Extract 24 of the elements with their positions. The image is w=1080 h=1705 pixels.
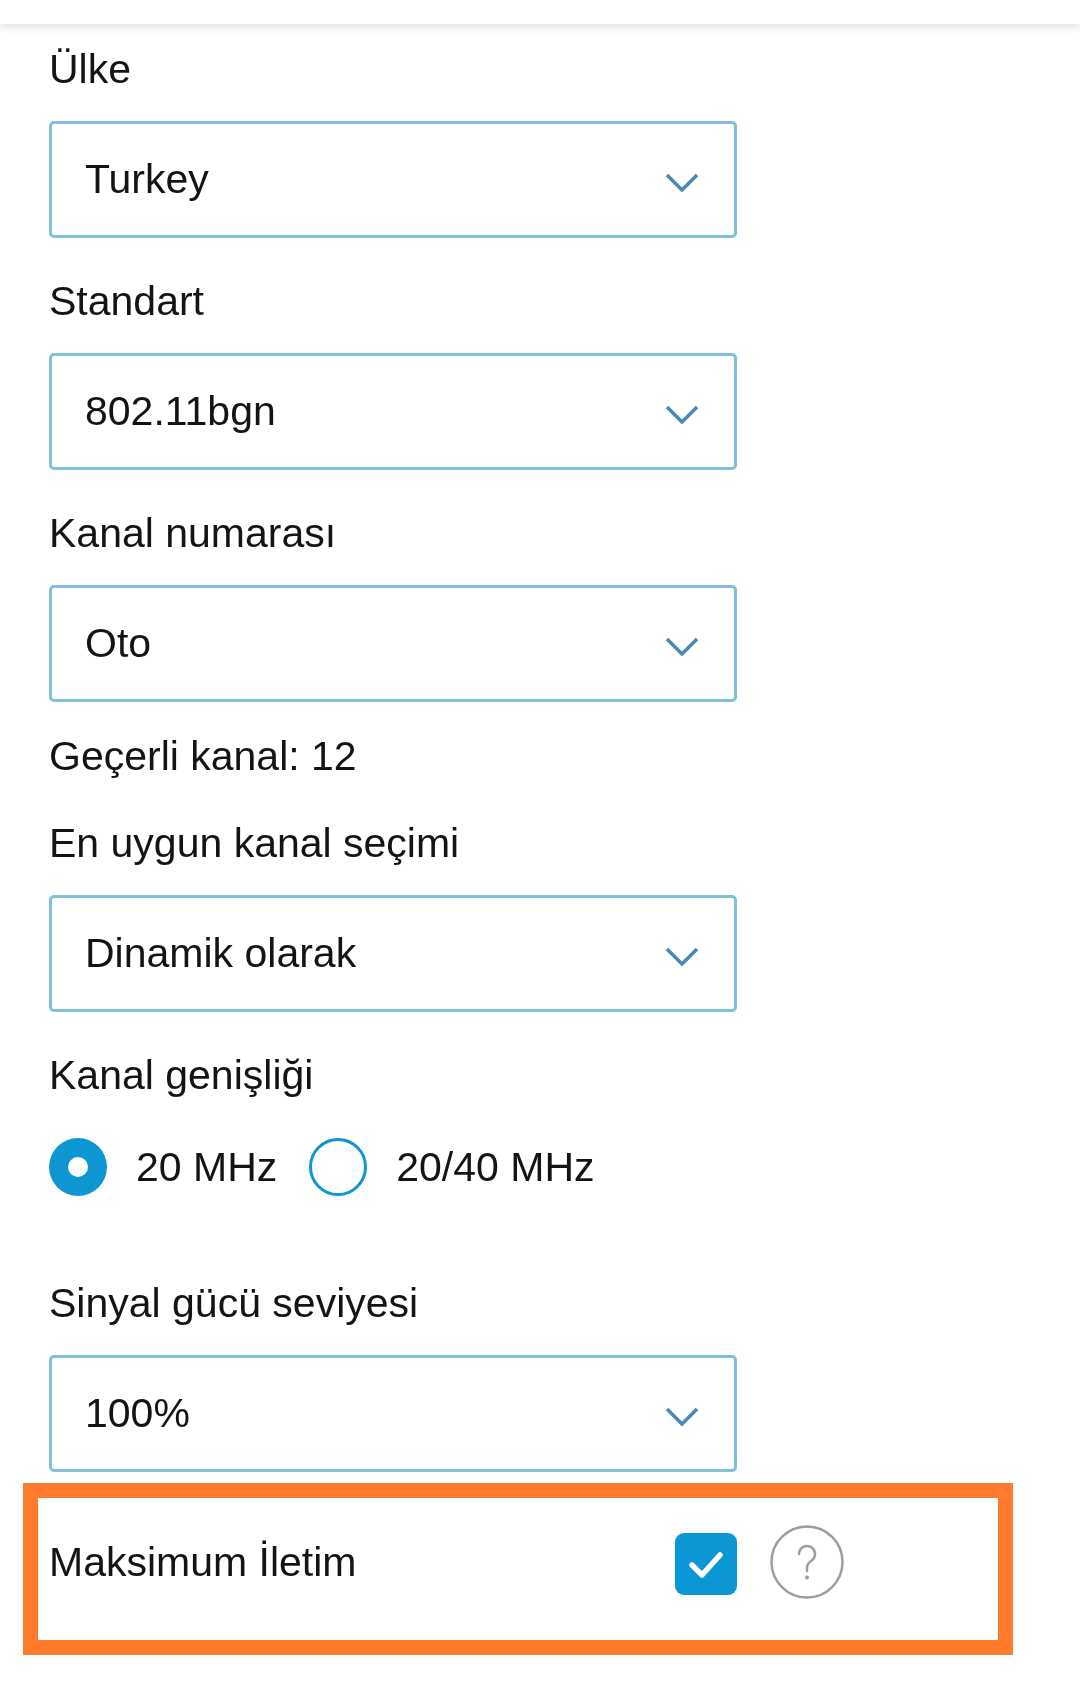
chevron-down-icon — [665, 636, 699, 657]
dropdown[interactable]: Oto — [49, 585, 737, 702]
dropdown[interactable]: 802.11bgn — [49, 353, 737, 470]
field-label: Kanal numarası — [49, 509, 337, 557]
field-label: Sinyal gücü seviyesi — [49, 1279, 419, 1327]
field-label: Kanal genişliği — [49, 1051, 314, 1099]
radio-button[interactable] — [49, 1138, 107, 1196]
field-label: Standart — [49, 277, 204, 325]
chevron-down-icon — [665, 404, 699, 425]
field-label: Maksimum İletim — [49, 1538, 358, 1586]
radio-button[interactable] — [309, 1138, 368, 1196]
chevron-down-icon — [665, 1406, 699, 1427]
field-label: Ülke — [49, 45, 132, 93]
radio-label: 20/40 MHz — [396, 1143, 595, 1191]
checkbox[interactable] — [675, 1533, 737, 1595]
chevron-down-icon — [665, 946, 699, 967]
dropdown[interactable]: Dinamik olarak — [49, 895, 737, 1012]
field-label: En uygun kanal seçimi — [49, 819, 460, 867]
current-channel-text: Geçerli kanal: 12 — [49, 732, 357, 780]
dropdown[interactable]: 100% — [49, 1355, 737, 1472]
radio-label: 20 MHz — [136, 1143, 278, 1191]
dropdown[interactable]: Turkey — [49, 121, 737, 238]
help-icon[interactable] — [770, 1525, 844, 1599]
chevron-down-icon — [665, 172, 699, 193]
